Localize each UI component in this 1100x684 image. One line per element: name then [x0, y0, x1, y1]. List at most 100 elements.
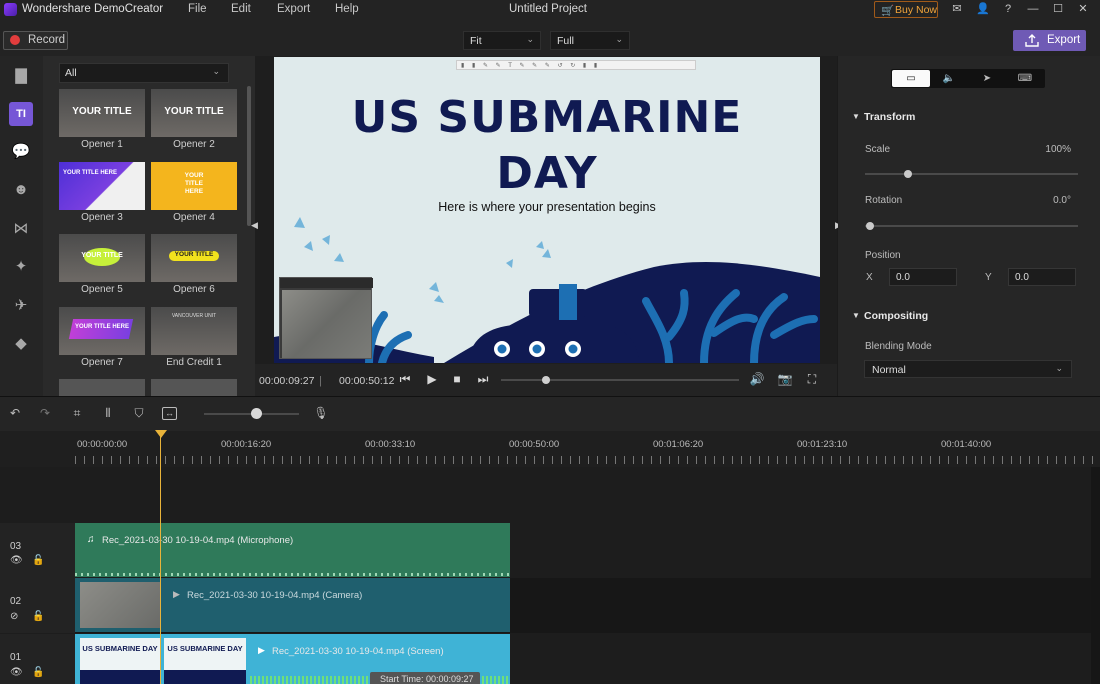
scale-slider-handle[interactable]: [903, 170, 912, 178]
redo-icon[interactable]: ↷: [37, 405, 53, 421]
position-x-input[interactable]: 0.0: [889, 268, 957, 286]
eye-icon[interactable]: 👁: [10, 555, 23, 566]
template-opener-2[interactable]: YOUR TITLE: [151, 89, 237, 137]
menu-export[interactable]: Export: [277, 3, 310, 15]
record-label: Record: [28, 34, 66, 46]
template-opener-1[interactable]: YOUR TITLE: [59, 89, 145, 137]
split-icon[interactable]: ⫴: [100, 405, 116, 421]
template-label: End Credit 1: [166, 357, 222, 368]
minimize-icon[interactable]: —: [1026, 2, 1040, 16]
ruler-label: 00:00:00:00: [77, 439, 128, 450]
effects-icon[interactable]: ✦: [9, 255, 33, 279]
ruler-label: 00:00:50:00: [509, 439, 560, 450]
template-opener-6[interactable]: YOUR TITLE: [151, 234, 237, 282]
thumb-text: YOUR TITLE: [81, 252, 123, 259]
camera-overlay[interactable]: [279, 277, 373, 359]
timeline-playhead[interactable]: [160, 431, 161, 684]
blending-mode-label: Blending Mode: [865, 341, 932, 352]
buy-now-button[interactable]: 🛒 Buy Now: [874, 1, 938, 18]
rotation-slider-handle[interactable]: [866, 222, 874, 230]
preview-canvas[interactable]: ▮ ▮ ✎ ✎ T ✎ ✎ ✎ ↺ ↻ ▮ ▮ US SUBMARINE DAY…: [274, 57, 820, 363]
export-icon: [1025, 34, 1039, 47]
ruler-ticks: [75, 456, 1100, 464]
thumb-text: YOUR TITLE: [174, 251, 214, 258]
scale-slider[interactable]: [865, 173, 1078, 175]
previous-frame-icon[interactable]: ⏮: [397, 372, 413, 387]
quality-dropdown[interactable]: Full ⌄: [550, 31, 630, 50]
thumb-text: YOUR TITLE HERE: [63, 170, 118, 176]
sticker-icon[interactable]: ☻: [9, 178, 33, 202]
folder-icon[interactable]: ▇: [9, 64, 33, 88]
transition-icon[interactable]: ⋈: [9, 217, 33, 241]
thumb-text: YOUR TITLE HERE: [74, 324, 129, 330]
template-opener-5[interactable]: YOUR TITLE: [59, 234, 145, 282]
menu-file[interactable]: File: [188, 3, 207, 15]
collapse-left-icon[interactable]: ◀: [251, 220, 258, 231]
lock-icon[interactable]: 🔓: [32, 555, 44, 566]
audio-effects-icon[interactable]: ◆: [9, 332, 33, 356]
chevron-down-icon: ⌄: [212, 66, 220, 76]
next-frame-icon[interactable]: ⏭: [475, 372, 491, 387]
template-label: Opener 4: [173, 212, 215, 223]
marker-icon[interactable]: ⛉: [131, 405, 147, 421]
camera-clip[interactable]: ▶ Rec_2021-03-30 10-19-04.mp4 (Camera): [75, 578, 510, 632]
text-title-icon[interactable]: TI: [9, 102, 33, 126]
scale-value: 100%: [1045, 144, 1071, 155]
stop-icon[interactable]: ■: [449, 372, 465, 386]
playhead-handle[interactable]: [155, 430, 167, 438]
mail-icon[interactable]: ✉: [950, 2, 964, 16]
annotation-icon[interactable]: 💬: [9, 140, 33, 164]
template-opener-3[interactable]: YOUR TITLE HERE: [59, 162, 145, 210]
lock-icon[interactable]: 🔓: [32, 667, 44, 678]
tab-keyboard-icon[interactable]: ⌨: [1006, 70, 1044, 87]
play-icon[interactable]: ▶: [424, 372, 440, 386]
rotation-slider[interactable]: [865, 225, 1078, 227]
timeline-vertical-scrollbar[interactable]: [1091, 467, 1100, 684]
library-filter-dropdown[interactable]: All ⌄: [59, 63, 229, 83]
record-dot-icon: [10, 35, 20, 45]
cursor-effects-icon[interactable]: ✈: [9, 294, 33, 318]
account-icon[interactable]: 👤: [976, 2, 990, 16]
maximize-icon[interactable]: ☐: [1051, 2, 1065, 16]
blending-mode-dropdown[interactable]: Normal ⌄: [864, 360, 1072, 378]
export-label: Export: [1047, 34, 1081, 46]
menu-edit[interactable]: Edit: [231, 3, 251, 15]
template-thumbnail[interactable]: [151, 379, 237, 396]
snapshot-icon[interactable]: 📷: [777, 372, 793, 386]
tab-audio-icon[interactable]: 🔈: [930, 70, 968, 87]
library-scrollbar[interactable]: [247, 86, 251, 226]
collapse-arrow-icon[interactable]: ▼: [852, 112, 860, 121]
template-end-credit-1[interactable]: VANCOUVER UNIT: [151, 307, 237, 355]
template-thumbnail[interactable]: [59, 379, 145, 396]
fit-dropdown[interactable]: Fit ⌄: [463, 31, 541, 50]
start-time-tooltip: Start Time: 00:00:09:27: [370, 672, 480, 684]
eye-icon[interactable]: 👁: [10, 667, 23, 678]
template-opener-4[interactable]: YOUR TITLE HERE: [151, 162, 237, 210]
audio-clip[interactable]: ♫ Rec_2021-03-30 10-19-04.mp4 (Microphon…: [75, 523, 510, 577]
app-logo-icon: [4, 3, 17, 16]
playback-scrubber[interactable]: [501, 379, 739, 381]
template-opener-7[interactable]: YOUR TITLE HERE: [59, 307, 145, 355]
ruler-label: 00:01:40:00: [941, 439, 992, 450]
collapse-arrow-icon[interactable]: ▼: [852, 311, 860, 320]
tab-video-icon[interactable]: ▭: [892, 70, 930, 87]
compositing-section-title: Compositing: [864, 310, 929, 322]
thumb-text: YOUR TITLE: [164, 106, 224, 117]
template-label: Opener 1: [81, 139, 123, 150]
volume-icon[interactable]: 🔊: [749, 372, 765, 386]
fullscreen-icon[interactable]: ⛶: [804, 372, 820, 387]
lock-icon[interactable]: 🔓: [32, 611, 44, 622]
menu-help[interactable]: Help: [335, 3, 359, 15]
eye-hidden-icon[interactable]: ⊘: [10, 611, 18, 622]
undo-icon[interactable]: ↶: [7, 405, 23, 421]
export-button[interactable]: Export: [1013, 30, 1086, 51]
tab-cursor-icon[interactable]: ➤: [968, 70, 1006, 87]
help-icon[interactable]: ?: [1001, 2, 1015, 16]
fit-timeline-icon[interactable]: ↔: [162, 407, 177, 420]
thumb-text: YOUR TITLE: [72, 106, 132, 117]
position-y-input[interactable]: 0.0: [1008, 268, 1076, 286]
ruler-label: 00:01:06:20: [653, 439, 704, 450]
microphone-icon[interactable]: 🎙: [313, 405, 329, 421]
crop-icon[interactable]: ⌗: [69, 405, 85, 421]
close-icon[interactable]: ✕: [1076, 2, 1090, 16]
